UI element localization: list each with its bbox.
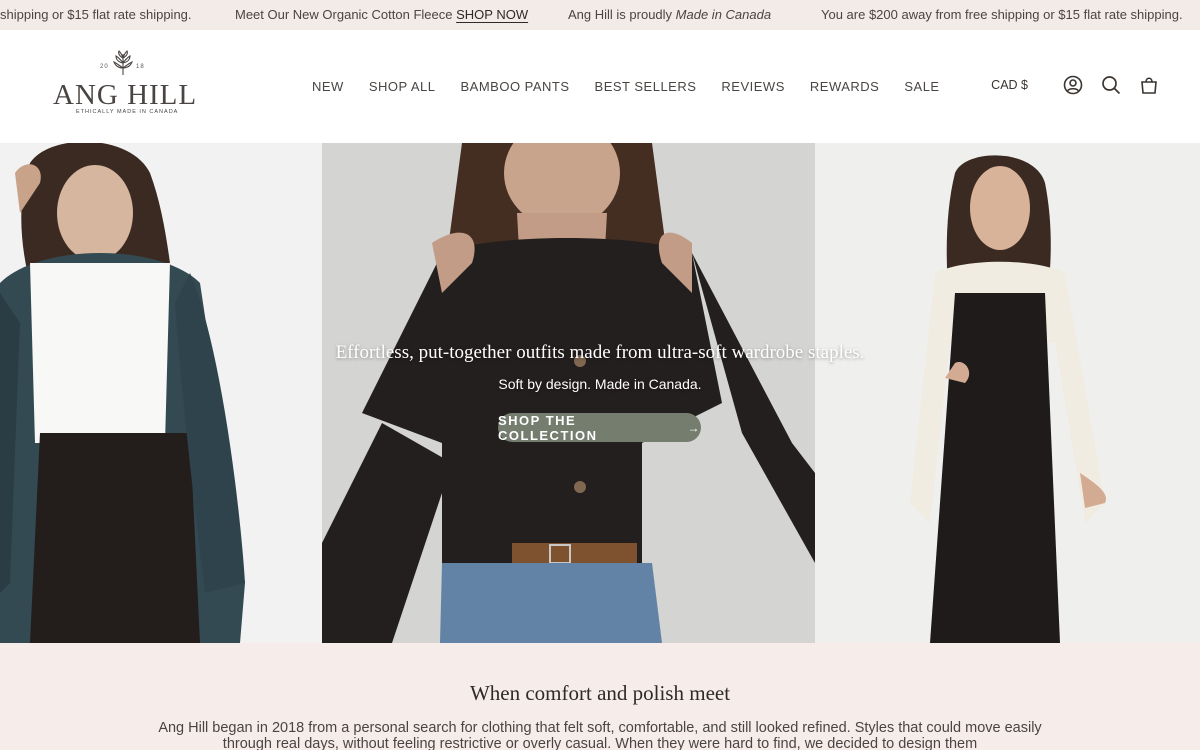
logo-year: 20	[100, 64, 109, 70]
brand-logo[interactable]: 20 18 ANG HILL ETHICALLY MADE IN CANADA	[52, 50, 198, 122]
nav-item-new[interactable]: NEW	[312, 79, 344, 94]
nav-item-reviews[interactable]: REVIEWS	[721, 79, 784, 94]
currency-selector[interactable]: CAD $	[991, 78, 1028, 92]
header-tools: CAD $	[991, 74, 1160, 96]
announcement-text: Ang Hill is proudly	[568, 7, 673, 22]
logo-wordmark: ANG HILL	[53, 79, 198, 111]
story-heading: When comfort and polish meet	[469, 681, 731, 705]
announcement-text: Meet Our New Organic Cotton Fleece	[235, 7, 453, 22]
cart-icon[interactable]	[1138, 74, 1160, 96]
account-icon[interactable]	[1062, 74, 1084, 96]
leaf-sprig-icon	[113, 50, 133, 75]
brand-story-section: When comfort and polish meet Ang Hill be…	[0, 643, 1200, 750]
hero-banner: Effortless, put-together outfits made fr…	[0, 143, 1200, 643]
arrow-right-icon: →	[687, 420, 701, 435]
story-body: Ang Hill began in 2018 from a personal s…	[158, 720, 1042, 750]
hero-image-right	[815, 143, 1200, 643]
site-header: 20 18 ANG HILL ETHICALLY MADE IN CANADA …	[0, 30, 1200, 143]
button-label: SHOP THE COLLECTION	[498, 412, 598, 443]
model-photo-black-dress	[815, 143, 1200, 643]
announcement-message: You are $200 away from free shipping or …	[821, 7, 1183, 22]
made-in-canada-text: Made in Canada	[675, 7, 772, 22]
search-icon[interactable]	[1100, 74, 1122, 96]
announcement-message: shipping or $15 flat rate shipping.	[0, 7, 192, 22]
hero-title: Effortless, put-together outfits made fr…	[335, 342, 865, 363]
nav-item-best-sellers[interactable]: BEST SELLERS	[595, 79, 697, 94]
shop-the-collection-button[interactable]: SHOP THE COLLECTION →	[498, 412, 701, 443]
shop-now-link[interactable]: SHOP NOW	[456, 7, 528, 22]
announcement-message: Meet Our New Organic Cotton Fleece SHOP …	[235, 7, 528, 22]
nav-item-shop-all[interactable]: SHOP ALL	[369, 79, 436, 94]
announcement-bar: shipping or $15 flat rate shipping. Meet…	[0, 0, 1200, 30]
nav-item-sale[interactable]: SALE	[904, 79, 939, 94]
main-nav: NEW SHOP ALL BAMBOO PANTS BEST SELLERS R…	[312, 79, 940, 94]
nav-item-bamboo-pants[interactable]: BAMBOO PANTS	[460, 79, 569, 94]
logo-year: 18	[136, 64, 145, 70]
logo-tagline: ETHICALLY MADE IN CANADA	[76, 109, 179, 115]
hero-subtitle: Soft by design. Made in Canada.	[498, 376, 702, 392]
nav-item-rewards[interactable]: REWARDS	[810, 79, 879, 94]
hero-overlay	[322, 143, 815, 643]
announcement-message: Ang Hill is proudly Made in Canada	[568, 7, 771, 22]
model-photo-teal-cardigan	[0, 143, 322, 643]
hero-image-left	[0, 143, 322, 643]
